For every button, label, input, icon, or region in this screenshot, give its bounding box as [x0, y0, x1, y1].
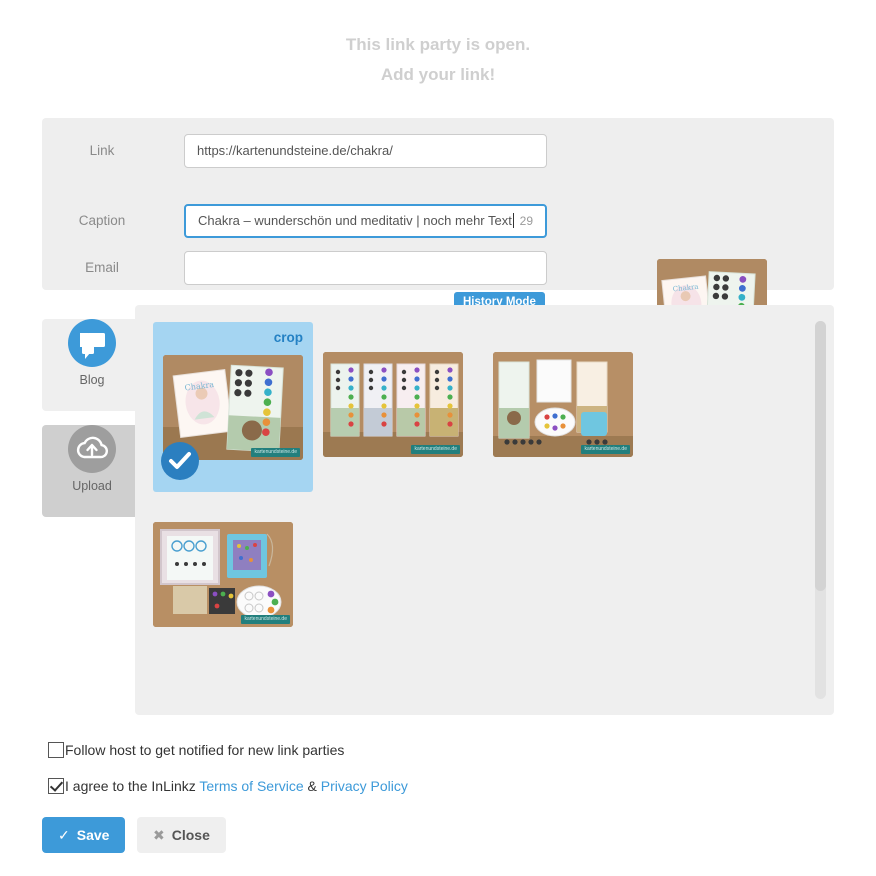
caption-label: Caption: [78, 213, 126, 228]
privacy-policy-link[interactable]: Privacy Policy: [321, 778, 408, 794]
terms-of-service-link[interactable]: Terms of Service: [199, 778, 303, 794]
tab-upload[interactable]: Upload: [42, 425, 142, 517]
tab-blog[interactable]: Blog: [42, 319, 142, 411]
tab-blog-label: Blog: [79, 373, 105, 387]
text-caret: [512, 213, 514, 228]
gallery-item-2[interactable]: kartenundsteine.de: [493, 322, 653, 492]
cloud-upload-icon: [68, 425, 116, 473]
watermark-badge: kartenundsteine.de: [581, 445, 630, 454]
blog-icon: [68, 319, 116, 367]
link-input[interactable]: https://kartenundsteine.de/chakra/: [184, 134, 547, 168]
follow-host-label: Follow host to get notified for new link…: [65, 742, 345, 758]
image-gallery-panel: crop Chakra kartenundsteine.de kartenund…: [135, 305, 834, 715]
gallery-item-0[interactable]: crop Chakra kartenundsteine.de: [153, 322, 313, 492]
terms-agree-checkbox[interactable]: [48, 778, 64, 794]
watermark-badge: kartenundsteine.de: [241, 615, 290, 624]
watermark-badge: kartenundsteine.de: [251, 448, 300, 457]
watermark-badge: kartenundsteine.de: [411, 445, 460, 454]
gallery-item-3[interactable]: kartenundsteine.de: [153, 492, 313, 662]
close-icon: ✖: [153, 826, 165, 843]
caption-value: Chakra – wunderschön und meditativ | noc…: [198, 213, 512, 228]
gallery-item-1[interactable]: kartenundsteine.de: [323, 322, 483, 492]
gallery-item-5[interactable]: kartenundsteine.de: [323, 692, 483, 715]
page-header: This link party is open. Add your link!: [0, 0, 876, 90]
gallery-item-1-photo: kartenundsteine.de: [323, 352, 463, 457]
header-line-1: This link party is open.: [345, 35, 531, 54]
email-input[interactable]: [184, 251, 547, 285]
follow-host-row: Follow host to get notified for new link…: [48, 742, 344, 758]
caption-input[interactable]: Chakra – wunderschön und meditativ | noc…: [184, 204, 547, 238]
terms-agree-mid: &: [303, 778, 321, 794]
gallery-scrollbar-thumb[interactable]: [815, 321, 826, 591]
gallery-item-6[interactable]: kartenundsteine.de: [493, 692, 653, 715]
gallery-grid: crop Chakra kartenundsteine.de kartenund…: [153, 322, 803, 715]
save-button-label: Save: [76, 826, 110, 843]
gallery-source-tabs: Blog Upload: [42, 305, 142, 517]
close-button-label: Close: [171, 826, 210, 843]
link-label: Link: [89, 143, 115, 158]
close-button[interactable]: ✖ Close: [137, 817, 226, 853]
selected-check-icon: [161, 442, 199, 480]
email-redacted-value: [193, 259, 358, 277]
follow-host-checkbox[interactable]: [48, 742, 64, 758]
caption-char-counter: 29: [519, 214, 533, 228]
email-label: Email: [85, 260, 119, 275]
crop-button[interactable]: crop: [274, 330, 303, 345]
link-form-panel: Link https://kartenundsteine.de/chakra/ …: [42, 118, 834, 369]
header-line-2: Add your link!: [380, 65, 496, 84]
save-button[interactable]: ✓ Save: [42, 817, 126, 853]
tab-upload-label: Upload: [72, 479, 112, 493]
check-icon: ✓: [58, 826, 70, 843]
gallery-item-2-photo: kartenundsteine.de: [493, 352, 633, 457]
terms-agree-prefix: I agree to the InLinkz: [65, 778, 200, 794]
gallery-scrollbar-track[interactable]: [815, 321, 826, 699]
terms-agree-row: I agree to the InLinkz Terms of Service …: [48, 778, 408, 794]
gallery-item-4[interactable]: kartenundsteine.de: [153, 692, 313, 715]
gallery-item-3-photo: kartenundsteine.de: [153, 522, 293, 627]
